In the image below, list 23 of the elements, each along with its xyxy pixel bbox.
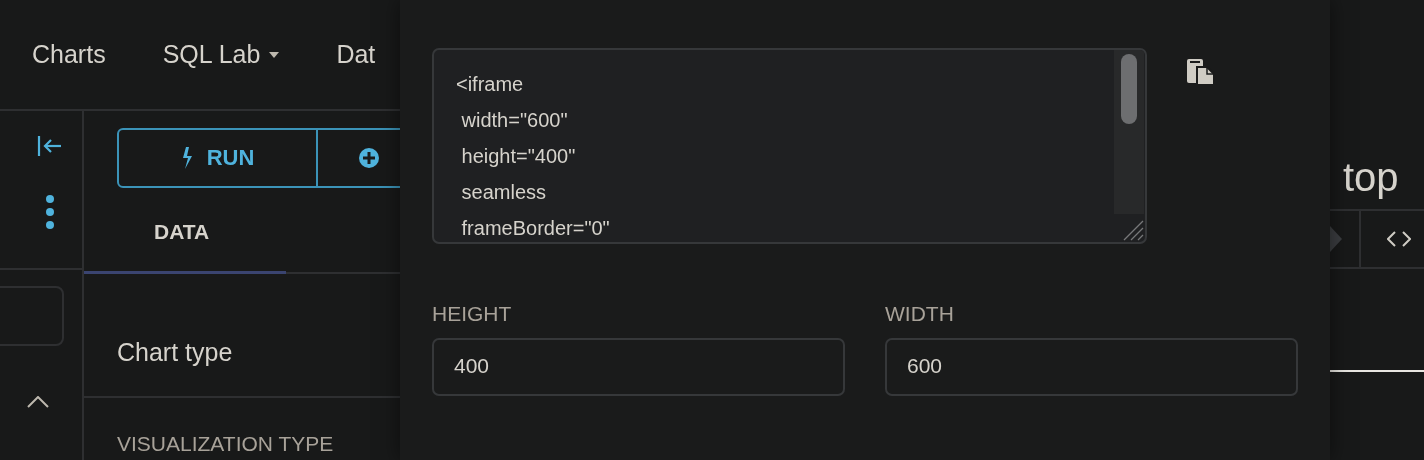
plus-circle-icon	[358, 147, 380, 169]
search-field[interactable]	[0, 286, 64, 346]
copy-icon[interactable]	[1186, 58, 1216, 86]
nav-link[interactable]: Charts	[32, 40, 106, 69]
field-label: VISUALIZATION TYPE	[116, 431, 335, 456]
code-icon[interactable]	[1387, 231, 1411, 247]
input-field[interactable]: 400	[432, 338, 845, 396]
lightning-icon	[180, 147, 193, 169]
collapse-icon[interactable]	[37, 135, 62, 157]
nav-link[interactable]: Dat	[336, 40, 376, 69]
code-field[interactable]: <iframe width="600" height="400" seamless frameBorder="0"	[432, 48, 1147, 244]
more-icon[interactable]	[45, 194, 55, 230]
scrollbar[interactable]	[1114, 50, 1144, 214]
caret-icon	[269, 51, 280, 58]
chevron-up-icon[interactable]	[27, 396, 49, 408]
field-label: HEIGHT	[432, 302, 513, 326]
run-button[interactable]: RUN	[117, 128, 318, 188]
nav-link[interactable]: SQL Lab	[162, 40, 280, 69]
data-tab[interactable]: DATA	[84, 188, 286, 274]
input-field[interactable]: 600	[885, 338, 1298, 396]
field-label: WIDTH	[885, 302, 955, 326]
chart-title: top	[1342, 154, 1400, 201]
resize-handle-icon[interactable]	[1122, 219, 1144, 241]
